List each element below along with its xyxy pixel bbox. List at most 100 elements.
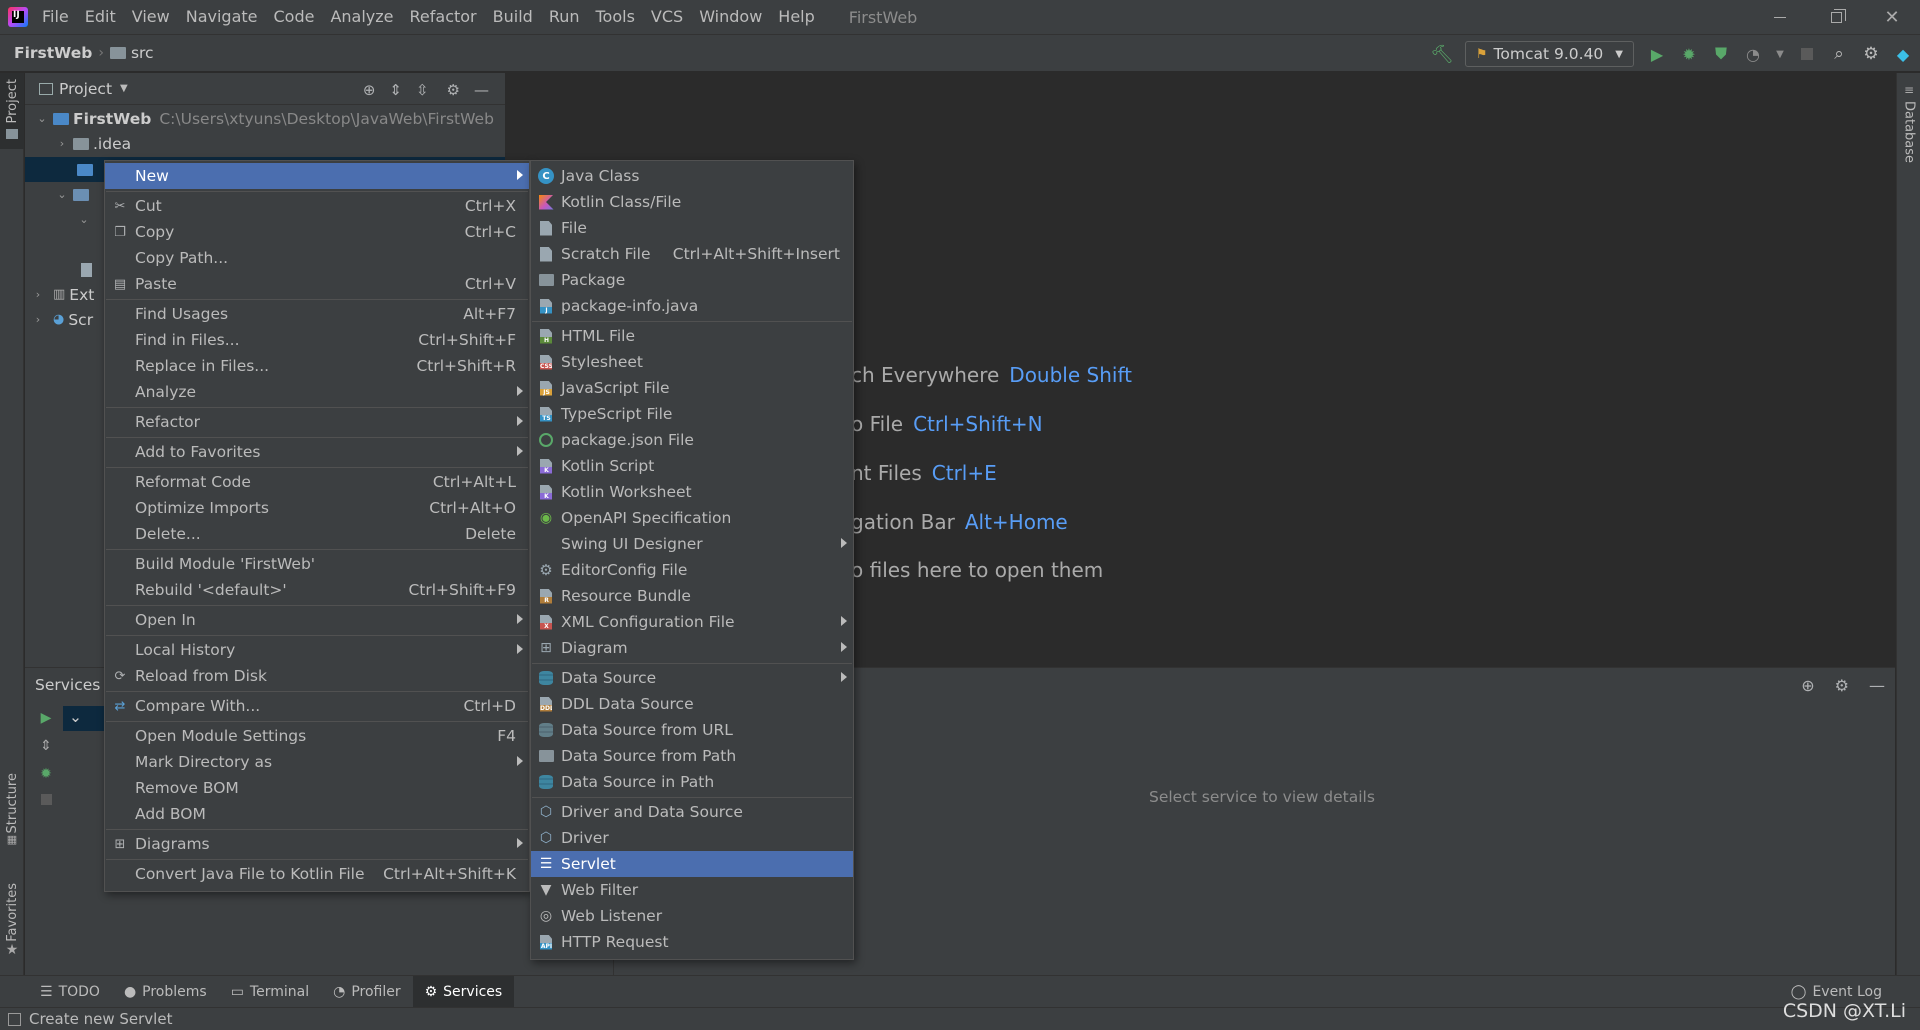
tab-project[interactable]: Project <box>0 73 24 149</box>
new-menu-item-kotlin-script[interactable]: K Kotlin Script <box>531 453 853 479</box>
gear-icon[interactable]: ⚙ <box>447 81 460 99</box>
coverage-icon[interactable]: ⛊ <box>1712 44 1730 63</box>
context-menu-item-reformat-code[interactable]: Reformat Code Ctrl+Alt+L <box>105 469 529 495</box>
chevron-down-icon[interactable]: ▼ <box>120 83 128 94</box>
breadcrumb-src[interactable]: src <box>131 44 154 62</box>
new-menu-item-java-class[interactable]: C Java Class <box>531 163 853 189</box>
context-menu-item-add-bom[interactable]: Add BOM <box>105 801 529 827</box>
new-menu-item-driver[interactable]: ⬡ Driver <box>531 825 853 851</box>
chevron-right-icon[interactable]: › <box>31 288 45 301</box>
tab-favorites[interactable]: Favorites ★ <box>0 883 24 958</box>
chevron-down-icon[interactable]: ⌄ <box>55 188 69 201</box>
new-menu-item-ddl-data-source[interactable]: DDL DDL Data Source <box>531 691 853 717</box>
new-menu-item-openapi-specification[interactable]: ◉ OpenAPI Specification <box>531 505 853 531</box>
hide-panel-icon[interactable]: — <box>474 81 489 99</box>
menu-code[interactable]: Code <box>266 0 323 34</box>
menu-window[interactable]: Window <box>691 0 770 34</box>
gear-icon[interactable]: ⚙ <box>1835 676 1849 695</box>
run-configuration-dropdown[interactable]: ⚑ Tomcat 9.0.40 ▼ <box>1464 41 1634 67</box>
project-panel-title[interactable]: Project <box>59 80 112 98</box>
menu-tools[interactable]: Tools <box>588 0 643 34</box>
close-button[interactable]: ✕ <box>1864 0 1920 34</box>
new-menu-item-data-source[interactable]: Data Source <box>531 665 853 691</box>
context-menu-item-open-module-settings[interactable]: Open Module Settings F4 <box>105 723 529 749</box>
menu-build[interactable]: Build <box>485 0 541 34</box>
tab-profiler[interactable]: ◔ Profiler <box>321 976 413 1008</box>
hide-panel-icon[interactable]: — <box>1869 676 1885 695</box>
debug-icon[interactable]: ✹ <box>1680 45 1698 64</box>
new-menu-item-package-json-file[interactable]: package.json File <box>531 427 853 453</box>
expand-all-icon[interactable]: ⇕ <box>40 738 52 754</box>
tab-database[interactable]: ≡ Database <box>1897 83 1920 163</box>
new-menu-item-scratch-file[interactable]: Scratch File Ctrl+Alt+Shift+Insert <box>531 241 853 267</box>
new-menu-item-html-file[interactable]: H HTML File <box>531 323 853 349</box>
context-menu-item-copy-path[interactable]: Copy Path... <box>105 245 529 271</box>
code-with-me-icon[interactable]: ◆ <box>1894 45 1912 64</box>
build-hammer-icon[interactable]: 🔨︎ <box>1430 44 1453 65</box>
context-menu-item-build-module-firstweb[interactable]: Build Module 'FirstWeb' <box>105 551 529 577</box>
new-menu-item-typescript-file[interactable]: TS TypeScript File <box>531 401 853 427</box>
chevron-down-icon[interactable]: ⌄ <box>35 112 49 125</box>
new-menu-item-data-source-in-path[interactable]: Data Source in Path <box>531 769 853 795</box>
menu-vcs[interactable]: VCS <box>643 0 691 34</box>
status-toggle-icon[interactable] <box>8 1012 21 1026</box>
context-menu-item-new[interactable]: New <box>105 163 529 189</box>
new-menu-item-xml-configuration-file[interactable]: X XML Configuration File <box>531 609 853 635</box>
run-icon[interactable]: ▶ <box>41 710 52 726</box>
new-menu-item-data-source-from-path[interactable]: Data Source from Path <box>531 743 853 769</box>
new-menu-item-http-request[interactable]: API HTTP Request <box>531 929 853 955</box>
context-menu-item-analyze[interactable]: Analyze <box>105 379 529 405</box>
debug-icon[interactable]: ✹ <box>40 766 52 782</box>
expand-all-icon[interactable]: ⇕ <box>389 81 402 99</box>
minimize-button[interactable] <box>1752 0 1808 34</box>
new-menu-item-resource-bundle[interactable]: R Resource Bundle <box>531 583 853 609</box>
new-menu-item-package[interactable]: Package <box>531 267 853 293</box>
menu-refactor[interactable]: Refactor <box>402 0 485 34</box>
run-icon[interactable]: ▶ <box>1648 45 1666 64</box>
context-menu-item-rebuild-default[interactable]: Rebuild '<default>' Ctrl+Shift+F9 <box>105 577 529 603</box>
menu-help[interactable]: Help <box>770 0 822 34</box>
tab-services[interactable]: ⚙ Services <box>412 975 515 1008</box>
chevron-right-icon[interactable]: › <box>55 137 69 150</box>
new-menu-item-driver-and-data-source[interactable]: ⬡ Driver and Data Source <box>531 799 853 825</box>
chevron-down-icon[interactable]: ▼ <box>1776 45 1784 63</box>
new-menu-item-editorconfig-file[interactable]: ⚙ EditorConfig File <box>531 557 853 583</box>
new-menu-item-file[interactable]: File <box>531 215 853 241</box>
stop-icon[interactable] <box>1798 45 1816 63</box>
new-menu-item-web-filter[interactable]: ▼ Web Filter <box>531 877 853 903</box>
tree-row-root[interactable]: ⌄ FirstWeb C:\Users\xtyuns\Desktop\JavaW… <box>25 106 505 131</box>
menu-run[interactable]: Run <box>541 0 588 34</box>
tab-structure[interactable]: Structure ▦ <box>0 773 24 846</box>
context-menu-item-reload-from-disk[interactable]: ⟳ Reload from Disk <box>105 663 529 689</box>
context-menu-item-delete[interactable]: Delete... Delete <box>105 521 529 547</box>
restore-button[interactable] <box>1808 0 1864 34</box>
menu-analyze[interactable]: Analyze <box>322 0 401 34</box>
context-menu-item-local-history[interactable]: Local History <box>105 637 529 663</box>
context-menu-item-compare-with[interactable]: ⇄ Compare With... Ctrl+D <box>105 693 529 719</box>
context-menu-item-convert-java-file-to-kotlin-file[interactable]: Convert Java File to Kotlin File Ctrl+Alt… <box>105 861 529 887</box>
new-menu-item-diagram[interactable]: ⊞ Diagram <box>531 635 853 661</box>
breadcrumb-project[interactable]: FirstWeb <box>14 44 92 62</box>
new-menu-item-servlet[interactable]: ☰ Servlet <box>531 851 853 877</box>
collapse-all-icon[interactable]: ⇳ <box>416 81 429 99</box>
menu-file[interactable]: File <box>36 0 77 34</box>
new-menu-item-kotlin-worksheet[interactable]: K Kotlin Worksheet <box>531 479 853 505</box>
new-menu-item-swing-ui-designer[interactable]: Swing UI Designer <box>531 531 853 557</box>
context-menu-item-optimize-imports[interactable]: Optimize Imports Ctrl+Alt+O <box>105 495 529 521</box>
menu-edit[interactable]: Edit <box>77 0 124 34</box>
context-menu-item-find-in-files[interactable]: Find in Files... Ctrl+Shift+F <box>105 327 529 353</box>
tab-todo[interactable]: ☰ TODO <box>28 976 112 1008</box>
chevron-down-icon[interactable]: ⌄ <box>69 708 82 726</box>
context-menu-item-refactor[interactable]: Refactor <box>105 409 529 435</box>
new-menu-item-package-info-java[interactable]: Jpackage-info.java <box>531 293 853 319</box>
menu-navigate[interactable]: Navigate <box>178 0 266 34</box>
context-menu-item-replace-in-files[interactable]: Replace in Files... Ctrl+Shift+R <box>105 353 529 379</box>
new-menu-item-stylesheet[interactable]: CSS Stylesheet <box>531 349 853 375</box>
context-menu-item-copy[interactable]: ❐ Copy Ctrl+C <box>105 219 529 245</box>
context-menu-item-add-to-favorites[interactable]: Add to Favorites <box>105 439 529 465</box>
tab-terminal[interactable]: ▭ Terminal <box>219 976 321 1008</box>
profile-icon[interactable]: ◔ <box>1744 45 1762 64</box>
tab-problems[interactable]: ● Problems <box>112 976 219 1008</box>
menu-view[interactable]: View <box>124 0 178 34</box>
chevron-down-icon[interactable]: ⌄ <box>77 213 91 226</box>
